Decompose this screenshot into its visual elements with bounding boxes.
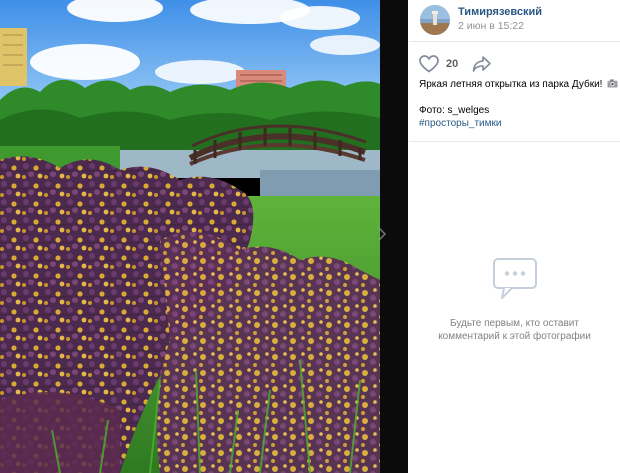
speech-bubble-icon xyxy=(492,258,537,299)
avatar-image xyxy=(420,5,450,35)
author-name-link[interactable]: Тимирязевский xyxy=(458,6,542,18)
next-photo-button[interactable] xyxy=(372,220,392,248)
comments-divider xyxy=(409,141,620,142)
caption-text: Яркая летняя открытка из парка Дубки! xyxy=(419,79,603,90)
post-date-link[interactable]: 2 июн в 15:22 xyxy=(458,20,524,32)
author-header: Тимирязевский 2 июн в 15:22 xyxy=(409,0,620,42)
empty-comments-placeholder: Будьте первым, кто оставит комментарий к… xyxy=(409,255,620,343)
like-count: 20 xyxy=(446,58,459,70)
camera-icon xyxy=(607,79,618,88)
post-actions: 20 xyxy=(409,50,620,76)
share-button[interactable] xyxy=(472,55,492,73)
credit-user: s_welges xyxy=(447,105,490,116)
author-avatar[interactable] xyxy=(420,5,450,35)
empty-comments-line2: комментарий к этой фотографии xyxy=(438,331,591,342)
like-button[interactable]: 20 xyxy=(419,54,458,74)
heart-outline-icon xyxy=(419,55,439,73)
hashtag-link[interactable]: #просторы_тимки xyxy=(419,117,501,130)
credit-prefix: Фото: xyxy=(419,105,448,116)
photo-viewer xyxy=(0,0,408,473)
park-photo-image xyxy=(0,0,380,473)
park-photo[interactable] xyxy=(0,0,380,473)
post-caption: Яркая летняя открытка из парка Дубки! xyxy=(419,78,618,91)
photo-info-panel: Тимирязевский 2 июн в 15:22 20 Яркая лет… xyxy=(409,0,620,473)
chevron-right-icon xyxy=(378,227,387,241)
photo-credit: Фото: s_welges xyxy=(419,104,489,117)
share-arrow-icon xyxy=(472,56,491,72)
empty-comments-line1: Будьте первым, кто оставит xyxy=(450,318,579,329)
